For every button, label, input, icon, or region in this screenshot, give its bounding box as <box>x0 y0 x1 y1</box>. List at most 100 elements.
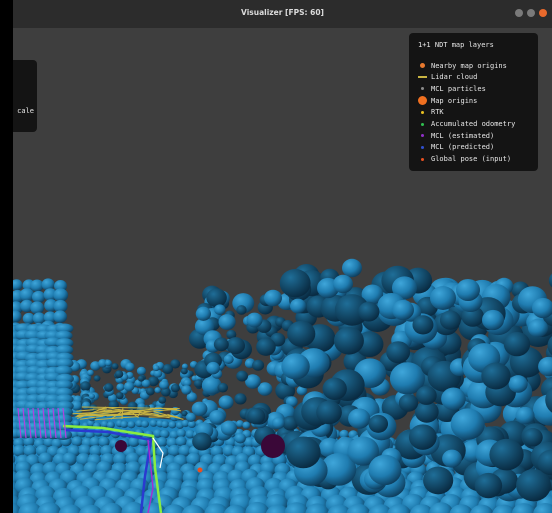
maximize-button[interactable] <box>527 9 535 17</box>
legend-item-label: MCL particles <box>431 84 486 93</box>
legend-item: Global pose (input) <box>415 154 511 165</box>
ndt-cell <box>368 454 402 486</box>
ndt-cell <box>104 359 112 367</box>
ndt-cell <box>209 409 226 425</box>
ndt-cell <box>81 401 91 410</box>
ndt-cell <box>264 289 282 307</box>
lidar-point <box>76 414 117 417</box>
ndt-cell <box>430 286 456 310</box>
global-pose-marker <box>261 434 285 458</box>
ndt-cell <box>226 337 245 355</box>
ndt-cell <box>287 320 316 347</box>
legend-item: Nearby map origins <box>415 60 507 71</box>
ndt-cell <box>234 393 247 405</box>
ndt-cell <box>145 387 155 396</box>
ndt-cell <box>246 312 263 328</box>
legend-item: RTK <box>415 107 444 118</box>
ndt-cell <box>19 288 35 302</box>
ndt-cell <box>316 400 342 425</box>
legend-item-label: Accumulated odometry <box>431 120 516 128</box>
ndt-cell <box>181 385 192 395</box>
ndt-cell <box>191 401 208 417</box>
ndt-cell <box>279 269 311 298</box>
ndt-cell <box>286 436 321 469</box>
ndt-cell <box>159 380 169 390</box>
ndt-cell <box>193 379 204 388</box>
ndt-cell <box>214 304 226 315</box>
ndt-cell <box>220 420 238 436</box>
ndt-cell <box>368 414 389 433</box>
ndt-cell <box>348 408 371 429</box>
ndt-cell <box>136 366 147 376</box>
ndt-cell <box>503 332 531 357</box>
legend-item: Lidar cloud <box>415 72 477 83</box>
ndt-cell <box>161 420 170 429</box>
ndt-cell <box>141 420 150 428</box>
ndt-cell <box>515 406 535 425</box>
ndt-cell <box>474 472 503 499</box>
ndt-cell <box>158 396 167 404</box>
close-button[interactable] <box>539 9 547 17</box>
ndt-cell <box>333 326 364 355</box>
ndt-cell <box>218 314 236 330</box>
map-origin-marker <box>197 467 203 473</box>
red-dot-icon <box>415 157 429 161</box>
lidar-point <box>92 408 107 410</box>
large-orange-dot-icon <box>415 96 429 106</box>
ndt-cell <box>86 369 94 376</box>
left-screen-edge <box>0 0 13 513</box>
ndt-cell <box>206 361 220 375</box>
legend-title: 1+1 NDT map layers <box>418 41 494 49</box>
legend-item-label: RTK <box>431 108 444 117</box>
ndt-cell <box>256 337 276 356</box>
ndt-cell <box>386 341 411 364</box>
ndt-cell <box>127 420 136 429</box>
ndt-cell <box>408 424 437 450</box>
purple-dot-icon <box>415 134 429 138</box>
minimize-button[interactable] <box>515 9 523 17</box>
ndt-cell <box>137 375 145 382</box>
ndt-cell <box>180 367 188 375</box>
ndt-cell <box>281 353 310 380</box>
ndt-cell <box>13 279 23 291</box>
legend-item-label: Lidar cloud <box>431 73 478 82</box>
ndt-cell <box>168 421 177 429</box>
ndt-cell <box>152 365 160 372</box>
ndt-cell <box>290 298 306 314</box>
ndt-cell <box>123 381 135 392</box>
green-dot-icon <box>415 122 429 126</box>
ndt-cell <box>114 370 124 378</box>
ndt-cell <box>412 315 434 335</box>
ndt-cell <box>508 375 528 393</box>
ndt-cell <box>93 375 101 382</box>
ndt-cells <box>13 258 552 513</box>
ndt-cell <box>450 408 485 440</box>
blue-dot-icon <box>415 145 429 149</box>
legend-item-label: Nearby map origins <box>431 61 507 70</box>
3d-viewport[interactable]: cale 1+1 NDT map layers Nearby map origi… <box>13 28 552 513</box>
ndt-cell <box>528 318 548 338</box>
ndt-cell <box>247 407 266 425</box>
ndt-cell <box>358 301 380 322</box>
ndt-cell <box>392 299 414 321</box>
legend-item: MCL (predicted) <box>415 142 494 153</box>
ndt-cell <box>333 274 353 294</box>
scale-panel: cale <box>13 60 37 132</box>
ndt-cell <box>423 466 454 495</box>
ndt-cell <box>71 436 83 447</box>
ndt-cell <box>439 310 461 330</box>
window-titlebar[interactable]: Visualizer [FPS: 60] <box>13 0 552 28</box>
ndt-cell <box>116 383 125 391</box>
ndt-cell <box>30 301 45 315</box>
lidar-point <box>78 413 142 416</box>
ndt-cell <box>489 438 524 471</box>
ndt-cell <box>127 401 138 412</box>
legend-item-label: Global pose (input) <box>431 155 512 164</box>
ndt-cell <box>213 337 229 352</box>
legend-item-label: MCL (predicted) <box>431 143 495 152</box>
ndt-cell <box>252 359 265 371</box>
ndt-cell <box>236 370 249 382</box>
legend-item: Map origins <box>415 95 477 106</box>
ndt-cell <box>192 432 212 451</box>
ndt-cell <box>242 421 251 429</box>
